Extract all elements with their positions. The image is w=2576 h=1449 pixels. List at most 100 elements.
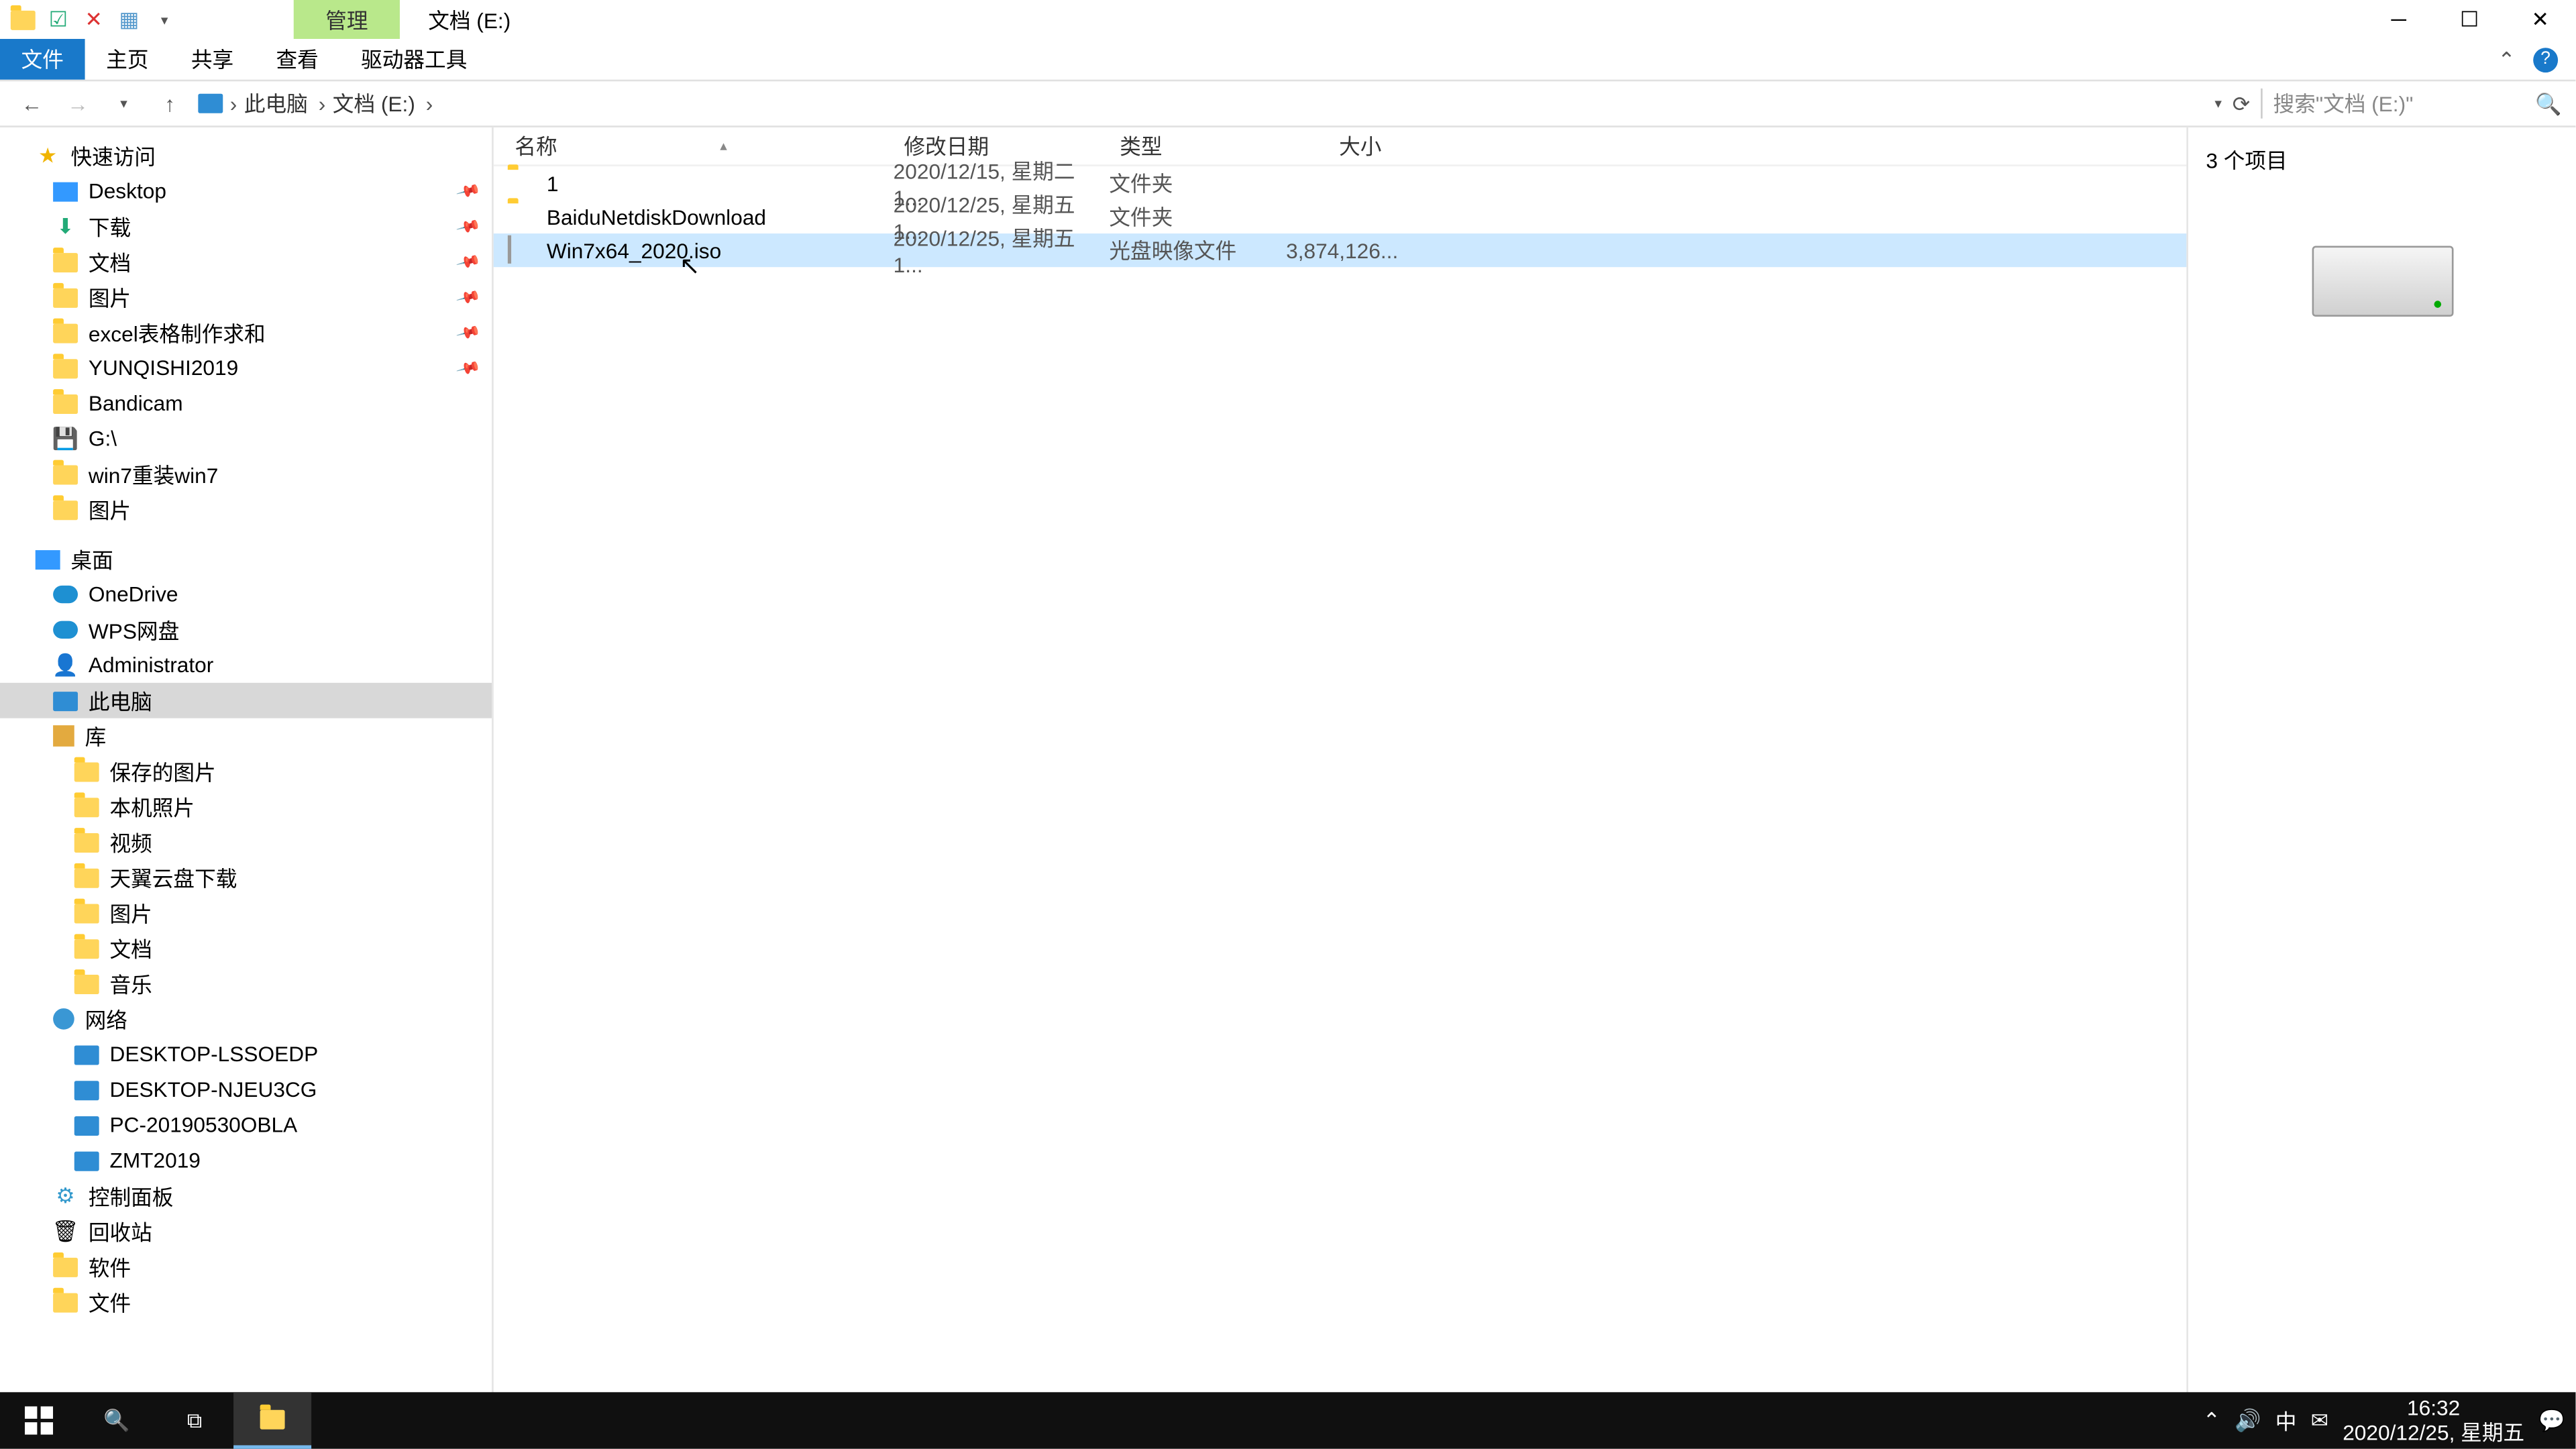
user-icon: 👤 <box>53 653 78 678</box>
search-placeholder: 搜索"文档 (E:)" <box>2273 89 2414 119</box>
tray-mail-icon[interactable]: ✉ <box>2311 1408 2329 1433</box>
qat-dropdown-icon[interactable]: ▾ <box>149 3 180 35</box>
nav-wps[interactable]: WPS网盘 <box>0 612 492 647</box>
tray-chevron-up-icon[interactable]: ⌃ <box>2203 1408 2221 1433</box>
control-panel-icon: ⚙ <box>53 1183 78 1208</box>
nav-lib-item[interactable]: 音乐 <box>0 966 492 1002</box>
ribbon-tab-home[interactable]: 主页 <box>85 39 170 80</box>
nav-lib-item[interactable]: 天翼云盘下载 <box>0 860 492 896</box>
nav-network[interactable]: 网络 <box>0 1002 492 1037</box>
pc-icon <box>198 94 223 113</box>
pc-icon <box>74 1044 99 1064</box>
nav-quick-item[interactable]: excel表格制作求和📌 <box>0 315 492 350</box>
titlebar: ☑ ✕ ▦ ▾ 管理 文档 (E:) ─ ☐ ✕ <box>0 0 2575 39</box>
column-header-size[interactable]: 大小 <box>1275 131 1381 161</box>
app-icon <box>7 3 39 35</box>
pc-icon <box>74 1116 99 1135</box>
nav-lib-item[interactable]: 文档 <box>0 930 492 966</box>
nav-user[interactable]: 👤Administrator <box>0 647 492 683</box>
tray-volume-icon[interactable]: 🔊 <box>2235 1408 2261 1433</box>
nav-quick-item[interactable]: Bandicam <box>0 386 492 421</box>
nav-quick-item[interactable]: 图片 <box>0 492 492 527</box>
file-row[interactable]: BaiduNetdiskDownload2020/12/25, 星期五 1...… <box>494 200 2187 233</box>
file-row[interactable]: Win7x64_2020.iso2020/12/25, 星期五 1...光盘映像… <box>494 233 2187 267</box>
refresh-button[interactable]: ⟳ <box>2233 91 2251 116</box>
nav-quick-item[interactable]: 文档📌 <box>0 244 492 280</box>
folder-icon <box>508 203 536 231</box>
back-button[interactable]: ← <box>14 91 50 116</box>
nav-net-item[interactable]: DESKTOP-NJEU3CG <box>0 1072 492 1108</box>
recent-dropdown-icon[interactable]: ▾ <box>106 95 142 111</box>
folder-icon <box>53 464 78 484</box>
taskbar-explorer[interactable] <box>233 1392 311 1448</box>
ribbon-tab-share[interactable]: 共享 <box>170 39 255 80</box>
nav-lib-item[interactable]: 本机照片 <box>0 789 492 824</box>
folder-icon <box>74 867 99 887</box>
up-button[interactable]: ↑ <box>152 91 188 116</box>
folder-icon <box>74 797 99 816</box>
folder-icon <box>53 288 78 307</box>
breadcrumb-segment[interactable]: 此电脑 <box>244 89 325 119</box>
ribbon: 文件 主页 共享 查看 驱动器工具 ⌃ ? <box>0 39 2575 81</box>
file-date: 2020/12/25, 星期五 1... <box>894 223 1110 278</box>
nav-files[interactable]: 文件 <box>0 1284 492 1320</box>
qat-checkbox-icon[interactable]: ☑ <box>42 3 74 35</box>
tray-ime-indicator[interactable]: 中 <box>2275 1405 2297 1436</box>
ribbon-tab-view[interactable]: 查看 <box>255 39 340 80</box>
nav-net-item[interactable]: DESKTOP-LSSOEDP <box>0 1036 492 1072</box>
nav-desktop[interactable]: 桌面 <box>0 541 492 577</box>
folder-icon <box>53 358 78 378</box>
column-headers: 名称▴ 修改日期 类型 大小 <box>494 127 2187 166</box>
breadcrumb-segment[interactable]: 文档 (E:) <box>333 89 433 119</box>
nav-control-panel[interactable]: ⚙控制面板 <box>0 1178 492 1214</box>
nav-quick-item[interactable]: ⬇下载📌 <box>0 209 492 244</box>
nav-quick-access[interactable]: ★快速访问 <box>0 138 492 174</box>
column-header-name[interactable]: 名称▴ <box>494 131 883 161</box>
address-dropdown-icon[interactable]: ▾ <box>2214 95 2222 111</box>
folder-icon <box>74 833 99 852</box>
nav-net-item[interactable]: ZMT2019 <box>0 1143 492 1179</box>
close-button[interactable]: ✕ <box>2505 0 2575 39</box>
search-button[interactable]: 🔍 <box>78 1392 156 1448</box>
ribbon-collapse-icon[interactable]: ⌃ <box>2498 47 2516 72</box>
nav-onedrive[interactable]: OneDrive <box>0 577 492 612</box>
file-name: 1 <box>547 170 894 195</box>
nav-lib-item[interactable]: 视频 <box>0 824 492 860</box>
nav-lib-item[interactable]: 图片 <box>0 895 492 930</box>
nav-quick-item[interactable]: Desktop📌 <box>0 173 492 209</box>
ribbon-tab-file[interactable]: 文件 <box>0 39 85 80</box>
maximize-button[interactable]: ☐ <box>2434 0 2505 39</box>
ribbon-tab-drive-tools[interactable]: 驱动器工具 <box>339 39 488 80</box>
task-view-button[interactable]: ⧉ <box>156 1392 233 1448</box>
folder-icon <box>74 938 99 958</box>
action-center-icon[interactable]: 💬 <box>2538 1408 2565 1433</box>
qat-new-icon[interactable]: ▦ <box>113 3 145 35</box>
nav-quick-item[interactable]: 💾G:\ <box>0 421 492 457</box>
file-row[interactable]: 12020/12/15, 星期二 1...文件夹 <box>494 166 2187 200</box>
desktop-icon <box>36 549 60 569</box>
search-input[interactable]: 搜索"文档 (E:)" 🔍 <box>2261 89 2561 119</box>
nav-net-item[interactable]: PC-20190530OBLA <box>0 1108 492 1143</box>
tray-clock[interactable]: 16:32 2020/12/25, 星期五 <box>2343 1395 2524 1446</box>
ribbon-context-tab[interactable]: 管理 <box>294 0 400 39</box>
nav-quick-item[interactable]: YUNQISHI2019📌 <box>0 350 492 386</box>
help-icon[interactable]: ? <box>2533 47 2558 72</box>
taskbar: 🔍 ⧉ ⌃ 🔊 中 ✉ 16:32 2020/12/25, 星期五 💬 <box>0 1392 2575 1448</box>
nav-quick-item[interactable]: 图片📌 <box>0 280 492 315</box>
nav-software[interactable]: 软件 <box>0 1249 492 1285</box>
breadcrumb[interactable]: › 此电脑 文档 (E:) <box>198 89 2204 119</box>
nav-this-pc[interactable]: 此电脑 <box>0 683 492 718</box>
folder-icon <box>74 761 99 781</box>
nav-quick-item[interactable]: win7重装win7 <box>0 456 492 492</box>
column-header-type[interactable]: 类型 <box>1099 131 1276 161</box>
nav-recycle-bin[interactable]: 🗑回收站 <box>0 1214 492 1249</box>
nav-libraries[interactable]: 库 <box>0 718 492 754</box>
start-button[interactable] <box>0 1392 78 1448</box>
nav-lib-item[interactable]: 保存的图片 <box>0 753 492 789</box>
search-icon[interactable]: 🔍 <box>2535 91 2561 116</box>
qat-close-icon[interactable]: ✕ <box>78 3 109 35</box>
file-type: 文件夹 <box>1109 168 1286 199</box>
minimize-button[interactable]: ─ <box>2363 0 2434 39</box>
forward-button[interactable]: → <box>60 91 96 116</box>
breadcrumb-chevron[interactable]: › <box>230 91 237 116</box>
